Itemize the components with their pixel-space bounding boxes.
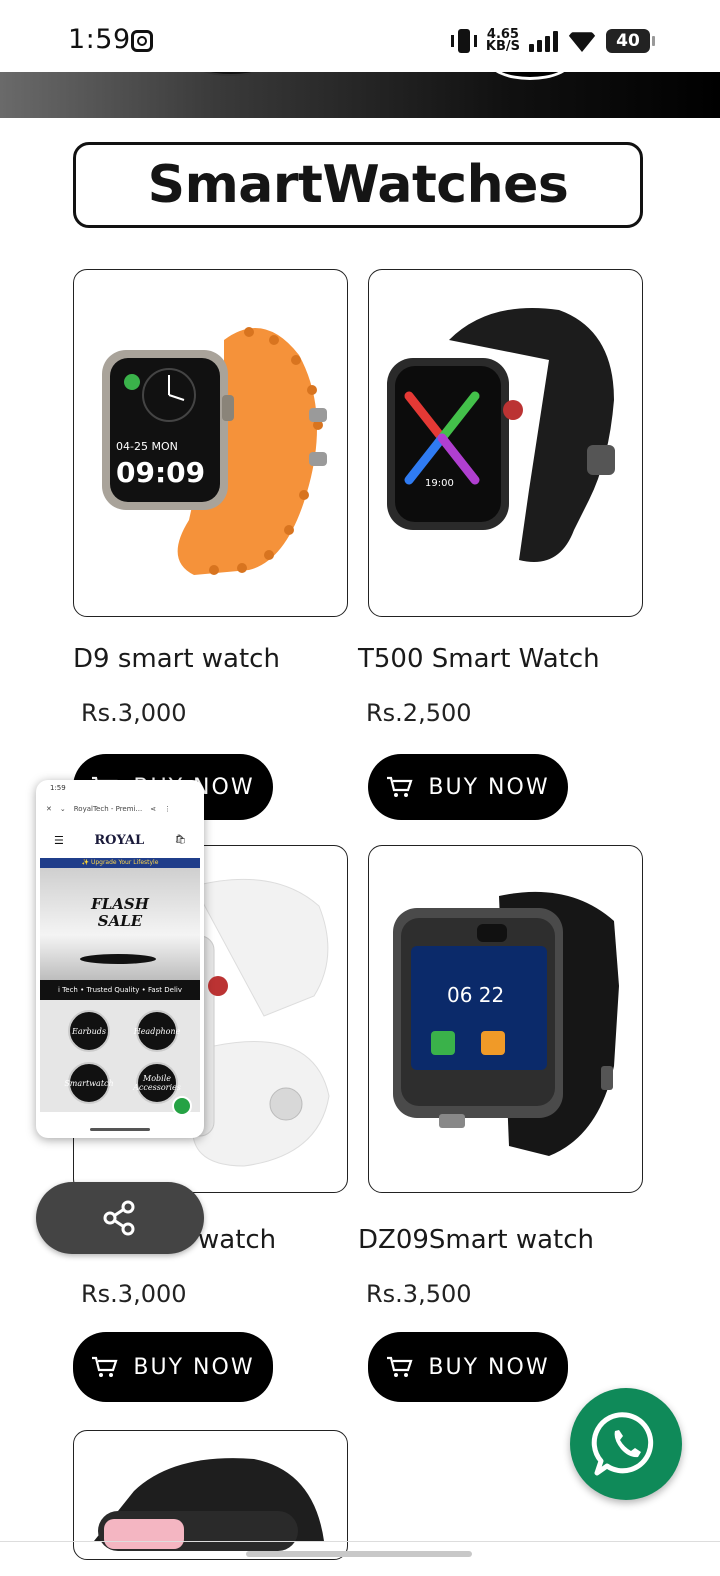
product-price: Rs.3,000 xyxy=(81,699,187,727)
svg-text:04-25 MON: 04-25 MON xyxy=(116,440,178,453)
close-icon: ✕ xyxy=(46,805,52,813)
product-name[interactable]: watch xyxy=(198,1225,276,1255)
preview-flash-text: FLASH SALE xyxy=(40,896,200,930)
buy-now-button[interactable]: BUY NOW xyxy=(368,1332,568,1402)
nav-divider xyxy=(0,1541,720,1542)
page-title: SmartWatches xyxy=(147,155,569,215)
preview-category: Headphone xyxy=(134,1010,180,1052)
product-name[interactable]: T500 Smart Watch xyxy=(358,644,600,674)
svg-text:06 22: 06 22 xyxy=(447,983,504,1007)
cart-icon: 🛍 xyxy=(174,835,186,845)
orange-band-watch-image: 04-25 MON 09:09 xyxy=(102,327,327,575)
preview-category-grid: Earbuds Headphone Smartwatch Mobile Acce… xyxy=(40,1000,200,1112)
product-card-image[interactable]: 19:00 xyxy=(368,269,643,617)
buy-now-label: BUY NOW xyxy=(428,1354,550,1380)
preview-gesture-bar xyxy=(90,1128,150,1131)
status-icons: 4.65 KB/S 40 xyxy=(450,26,655,56)
status-time: 1:59 xyxy=(68,24,131,55)
signal-icon xyxy=(529,30,558,52)
gesture-navigation-bar[interactable] xyxy=(246,1551,472,1557)
product-card-image[interactable]: 06 22 xyxy=(368,845,643,1193)
chevron-down-icon: ⌄ xyxy=(59,805,66,813)
section-title-box: SmartWatches xyxy=(73,142,643,228)
share-button[interactable] xyxy=(36,1182,204,1254)
svg-text:09:09: 09:09 xyxy=(116,456,205,489)
black-band-watch-image: 19:00 xyxy=(387,308,615,562)
instagram-notification-icon xyxy=(131,30,153,52)
flash-line-1: FLASH xyxy=(91,895,149,913)
podium-shape xyxy=(80,954,156,964)
whatsapp-icon xyxy=(172,1096,192,1116)
share-icon xyxy=(103,1200,135,1236)
preview-category: Mobile Accessories xyxy=(133,1062,181,1104)
flash-line-2: SALE xyxy=(97,912,143,930)
preview-header: ☰ ROYAL 🛍 xyxy=(36,822,204,858)
vibrate-icon xyxy=(450,28,477,54)
whatsapp-icon xyxy=(591,1412,654,1476)
share-icon: ⋖ xyxy=(150,805,157,813)
network-speed: 4.65 KB/S xyxy=(485,28,520,54)
dz09-watch-image: 06 22 xyxy=(393,891,619,1156)
network-speed-unit: KB/S xyxy=(485,39,520,54)
buy-now-button[interactable]: BUY NOW xyxy=(368,754,568,820)
whatsapp-chat-button[interactable] xyxy=(570,1388,682,1500)
product-price: Rs.3,000 xyxy=(81,1280,187,1308)
buy-now-label: BUY NOW xyxy=(428,774,550,800)
cart-icon xyxy=(387,1356,413,1377)
header-decoration xyxy=(188,72,274,76)
buy-now-label: BUY NOW xyxy=(133,1354,255,1380)
preview-category: Smartwatch xyxy=(64,1062,114,1104)
buy-now-button[interactable]: BUY NOW xyxy=(73,1332,273,1402)
svg-text:19:00: 19:00 xyxy=(425,478,454,489)
screenshot-preview[interactable]: 1:59 ✕ ⌄ RoyalTech - Premi... ⋖ ⋮ ☰ ROYA… xyxy=(36,780,204,1138)
status-bar: 1:59 4.65 KB/S 40 xyxy=(0,0,720,74)
preview-category: Earbuds xyxy=(68,1010,110,1052)
product-price: Rs.3,500 xyxy=(366,1280,472,1308)
menu-icon: ☰ xyxy=(54,833,64,847)
cart-icon xyxy=(387,776,413,797)
header-decoration xyxy=(488,72,572,80)
wifi-icon xyxy=(567,29,597,53)
product-name[interactable]: D9 smart watch xyxy=(73,644,280,674)
preview-flash-sale-banner: FLASH SALE xyxy=(40,868,200,980)
header-banner xyxy=(0,72,720,118)
preview-logo: ROYAL xyxy=(94,832,145,848)
cart-icon xyxy=(92,1356,118,1377)
preview-status-time: 1:59 xyxy=(50,784,66,792)
product-name[interactable]: DZ09Smart watch xyxy=(358,1225,594,1255)
preview-tagline: i Tech • Trusted Quality • Fast Deliv xyxy=(40,980,200,1000)
battery-icon: 40 xyxy=(606,29,655,53)
preview-promo-strip: ✨ Upgrade Your Lifestyle xyxy=(40,858,200,868)
product-price: Rs.2,500 xyxy=(366,699,472,727)
product-card-image[interactable]: 04-25 MON 09:09 xyxy=(73,269,348,617)
more-icon: ⋮ xyxy=(164,805,172,813)
preview-browser-bar: ✕ ⌄ RoyalTech - Premi... ⋖ ⋮ xyxy=(36,796,204,822)
preview-url-title: RoyalTech - Premi... xyxy=(73,805,143,813)
